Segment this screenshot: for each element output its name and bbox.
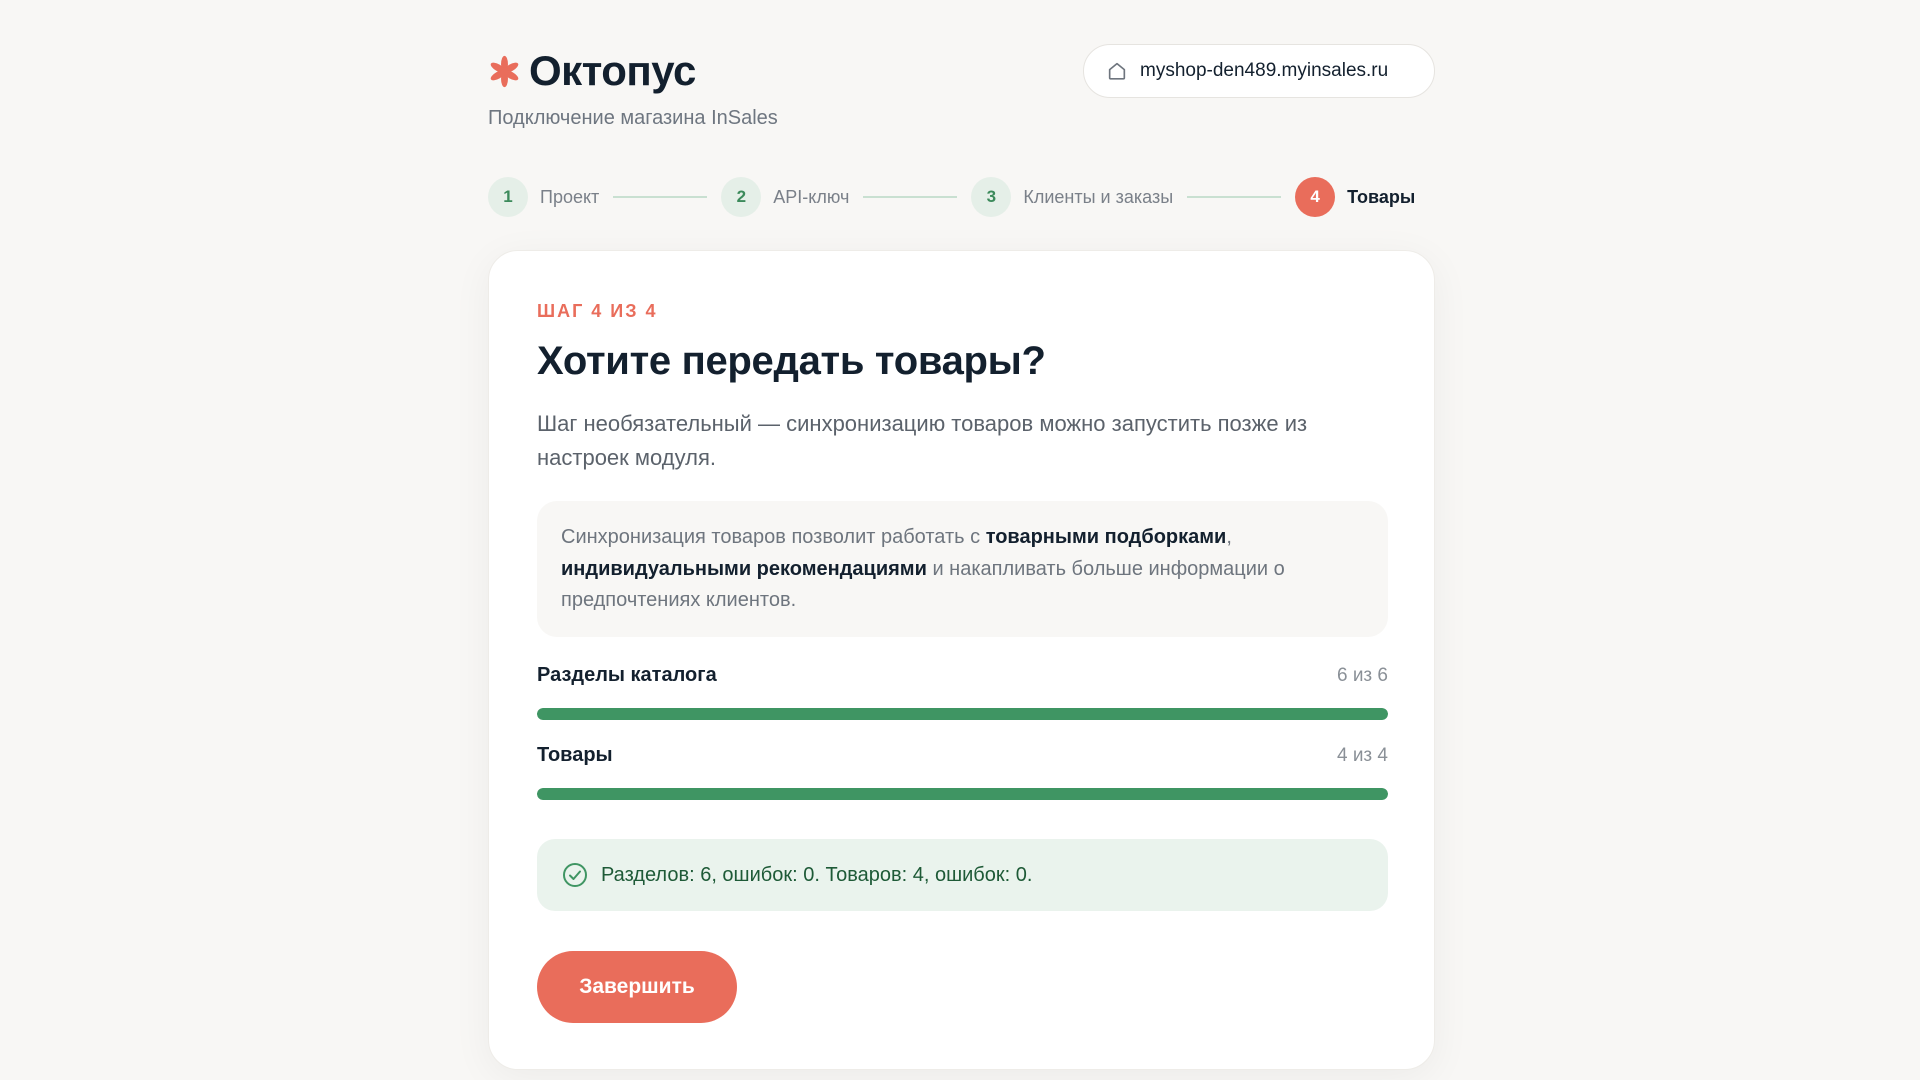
sync-result-text: Разделов: 6, ошибок: 0. Товаров: 4, ошиб… [601,863,1033,886]
progress-track [537,708,1388,720]
progress-products: Товары 4 из 4 [537,744,1388,800]
step-number: 4 [1295,177,1336,217]
step-eyebrow: ШАГ 4 ИЗ 4 [537,301,658,321]
info-text: Синхронизация товаров позволит работать … [561,526,986,548]
info-box: Синхронизация товаров позволит работать … [537,501,1388,637]
step-connector [1187,196,1282,198]
brand-name: Октопус [529,47,696,94]
step-number: 3 [971,177,1012,217]
progress-catalog-sections: Разделы каталога 6 из 6 [537,664,1388,720]
step-number: 1 [488,177,528,217]
progress-fill [537,708,1388,720]
page-subtitle: Подключение магазина InSales [488,107,778,129]
progress-label: Разделы каталога [537,664,717,686]
step-label: API-ключ [773,186,850,207]
check-circle-icon [563,863,587,887]
step-card: ШАГ 4 ИЗ 4 Хотите передать товары? Шаг н… [488,250,1435,1070]
progress-count: 4 из 4 [1336,745,1388,766]
info-text: , [1226,526,1232,548]
sync-result: Разделов: 6, ошибок: 0. Товаров: 4, ошиб… [537,839,1388,911]
card-title: Хотите передать товары? [537,339,1046,383]
step-label: Товары [1347,186,1416,207]
card-lead: Шаг необязательный — синхронизацию товар… [537,411,1308,470]
progress-track [537,788,1388,800]
info-highlight-collections: товарными подборками [985,526,1227,548]
stepper: 1 Проект 2 API-ключ 3 Клиенты и заказы 4… [488,176,1435,218]
step-api-key[interactable]: 2 API-ключ [721,177,849,217]
page: Октопус Подключение магазина InSales mys… [488,0,1435,1080]
info-highlight-recommendations: индивидуальными рекомендациями [561,557,927,580]
step-connector [863,196,958,198]
step-clients-orders[interactable]: 3 Клиенты и заказы [971,177,1173,217]
step-label: Проект [540,186,600,207]
step-project[interactable]: 1 Проект [488,177,599,217]
step-products[interactable]: 4 Товары [1295,177,1415,217]
progress-label: Товары [537,744,613,766]
step-label: Клиенты и заказы [1023,186,1174,207]
finish-button[interactable]: Завершить [537,951,737,1023]
brand: Октопус [488,50,696,92]
step-number: 2 [721,177,762,217]
step-connector [613,196,708,198]
home-icon [1108,62,1126,80]
progress-fill [537,788,1388,800]
shop-domain-pill[interactable]: myshop-den489.myinsales.ru [1083,44,1435,98]
shop-url: myshop-den489.myinsales.ru [1140,60,1389,81]
progress-count: 6 из 6 [1336,665,1388,686]
asterisk-flower-icon [490,55,519,87]
